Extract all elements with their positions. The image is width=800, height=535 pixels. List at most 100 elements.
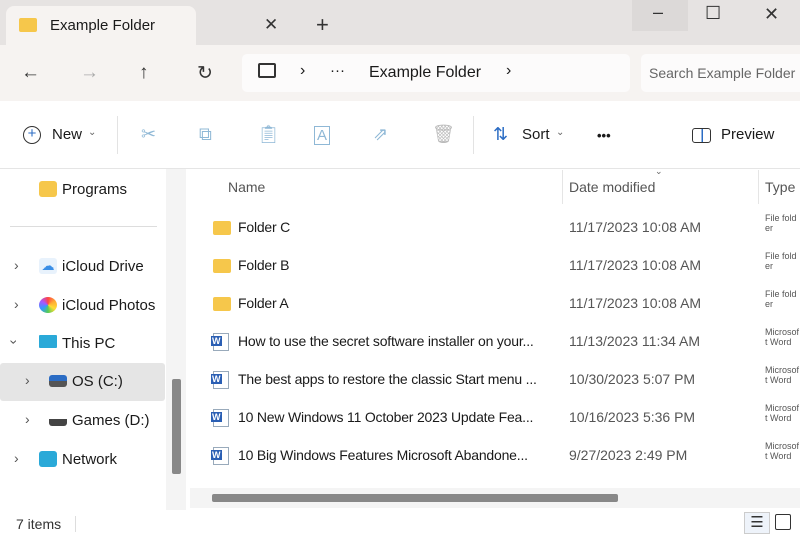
- file-type: Microsoft Word: [765, 403, 800, 423]
- file-row[interactable]: 10 New Windows 11 October 2023 Update Fe…: [190, 399, 800, 437]
- folder-icon: [19, 18, 37, 32]
- up-button[interactable]: ↑: [139, 62, 149, 84]
- column-divider[interactable]: [562, 170, 563, 204]
- status-bar: 7 items ☰: [0, 510, 800, 535]
- breadcrumb-example-folder[interactable]: Example Folder: [369, 64, 481, 82]
- sidebar-item-label: iCloud Drive: [62, 258, 144, 275]
- item-count: 7 items: [16, 516, 62, 532]
- sidebar-item-label: iCloud Photos: [62, 297, 156, 314]
- more-options-button[interactable]: •••: [597, 128, 611, 143]
- sidebar-item-games-d[interactable]: › Games (D:): [0, 402, 165, 440]
- tiles-view-button[interactable]: [775, 514, 791, 530]
- file-date: 11/13/2023 11:34 AM: [569, 333, 701, 349]
- sort-chevron-icon: ⌄: [655, 166, 663, 176]
- tab-close-icon[interactable]: ✕: [264, 15, 278, 35]
- sidebar-item-label: Network: [62, 451, 118, 468]
- search-input[interactable]: Search Example Folder: [641, 54, 800, 92]
- file-row[interactable]: 10 Big Windows Features Microsoft Abando…: [190, 437, 800, 475]
- sidebar-item-programs[interactable]: Programs: [0, 171, 165, 209]
- chevron-right-icon[interactable]: ›: [14, 296, 19, 312]
- file-row[interactable]: The best apps to restore the classic Sta…: [190, 361, 800, 399]
- minimize-button[interactable]: –: [632, 0, 688, 31]
- sort-icon: ⇅: [493, 124, 509, 144]
- divider: [117, 116, 118, 154]
- chevron-right-icon: ›: [300, 62, 306, 79]
- divider: [10, 226, 157, 227]
- pc-icon: [39, 335, 57, 348]
- forward-button[interactable]: →: [80, 62, 99, 84]
- sort-button[interactable]: Sort: [522, 126, 550, 143]
- sidebar-item-this-pc[interactable]: › This PC: [0, 325, 165, 363]
- tab-example-folder[interactable]: Example Folder ✕: [6, 6, 278, 46]
- file-name: 10 Big Windows Features Microsoft Abando…: [238, 447, 528, 463]
- plus-circle-icon: +: [23, 126, 41, 144]
- column-header-date-modified[interactable]: Date modified: [569, 179, 655, 195]
- maximize-button[interactable]: ☐: [705, 3, 721, 24]
- sidebar-item-network[interactable]: › Network: [0, 441, 165, 479]
- file-name: Folder B: [238, 257, 290, 273]
- copy-icon[interactable]: ⧉: [199, 124, 212, 145]
- network-icon: [39, 451, 57, 467]
- close-button[interactable]: ✕: [764, 4, 779, 25]
- preview-button[interactable]: Preview: [721, 126, 774, 143]
- divider: [473, 116, 474, 154]
- details-view-button[interactable]: ☰: [744, 512, 770, 534]
- chevron-down-icon: ⌄: [556, 127, 565, 138]
- file-date: 9/27/2023 2:49 PM: [569, 447, 688, 463]
- sidebar-item-os-c[interactable]: › OS (C:): [0, 363, 165, 401]
- file-row[interactable]: Folder B 11/17/2023 10:08 AM File folder: [190, 247, 800, 285]
- back-button[interactable]: ←: [21, 62, 40, 84]
- chevron-right-icon[interactable]: ›: [14, 257, 19, 273]
- icloud-drive-icon: ☁: [39, 258, 57, 274]
- file-name: The best apps to restore the classic Sta…: [238, 371, 537, 387]
- file-type: Microsoft Word: [765, 327, 800, 347]
- file-name: Folder A: [238, 295, 289, 311]
- chevron-right-icon[interactable]: ›: [506, 62, 511, 80]
- rename-icon[interactable]: A: [314, 126, 331, 145]
- file-type: Microsoft Word: [765, 441, 800, 461]
- word-document-icon: [211, 371, 229, 389]
- chevron-right-icon[interactable]: ›: [14, 450, 19, 466]
- chevron-right-icon[interactable]: ›: [25, 411, 30, 427]
- breadcrumb-overflow[interactable]: ···: [330, 62, 345, 79]
- chevron-right-icon[interactable]: ›: [25, 372, 30, 388]
- sidebar-item-icloud-photos[interactable]: › iCloud Photos: [0, 287, 165, 325]
- file-date: 11/17/2023 10:08 AM: [569, 219, 702, 235]
- file-date: 10/16/2023 5:36 PM: [569, 409, 696, 425]
- column-header-type[interactable]: Type: [765, 179, 795, 195]
- new-tab-button[interactable]: +: [316, 12, 329, 38]
- new-button[interactable]: New: [52, 126, 82, 143]
- sidebar-item-label: OS (C:): [72, 373, 123, 390]
- cut-icon[interactable]: ✂: [141, 124, 156, 145]
- file-name: Folder C: [238, 219, 291, 235]
- folder-icon: [39, 181, 57, 197]
- column-divider[interactable]: [758, 170, 759, 204]
- file-type: Microsoft Word: [765, 365, 800, 385]
- paste-icon[interactable]: 📋︎: [257, 124, 280, 145]
- sidebar-item-label: This PC: [62, 335, 116, 352]
- delete-icon[interactable]: 🗑︎: [432, 124, 455, 145]
- folder-icon: [213, 221, 231, 235]
- minimize-icon: –: [653, 2, 664, 22]
- share-icon[interactable]: ⇗: [373, 124, 388, 145]
- file-name: 10 New Windows 11 October 2023 Update Fe…: [238, 409, 534, 425]
- file-row[interactable]: Folder A 11/17/2023 10:08 AM File folder: [190, 285, 800, 323]
- file-row[interactable]: How to use the secret software installer…: [190, 323, 800, 361]
- file-name: How to use the secret software installer…: [238, 333, 534, 349]
- sidebar-item-icloud-drive[interactable]: › ☁ iCloud Drive: [0, 248, 165, 286]
- icloud-photos-icon: [39, 297, 57, 313]
- chevron-down-icon[interactable]: ›: [6, 340, 22, 345]
- sidebar-item-label: Games (D:): [72, 412, 150, 429]
- command-bar: [0, 101, 800, 169]
- file-type: File folder: [765, 289, 797, 309]
- file-date: 10/30/2023 5:07 PM: [569, 371, 696, 387]
- chevron-down-icon: ⌄: [88, 127, 97, 138]
- file-date: 11/17/2023 10:08 AM: [569, 295, 702, 311]
- refresh-button[interactable]: ↻: [197, 62, 213, 85]
- horizontal-scrollbar-thumb[interactable]: [212, 494, 618, 502]
- column-header-name[interactable]: Name: [228, 179, 265, 195]
- file-type: File folder: [765, 213, 797, 233]
- breadcrumb[interactable]: › ··· Example Folder ›: [242, 54, 630, 92]
- sidebar-scrollbar-thumb[interactable]: [172, 379, 181, 474]
- file-row[interactable]: Folder C 11/17/2023 10:08 AM File folder: [190, 209, 800, 247]
